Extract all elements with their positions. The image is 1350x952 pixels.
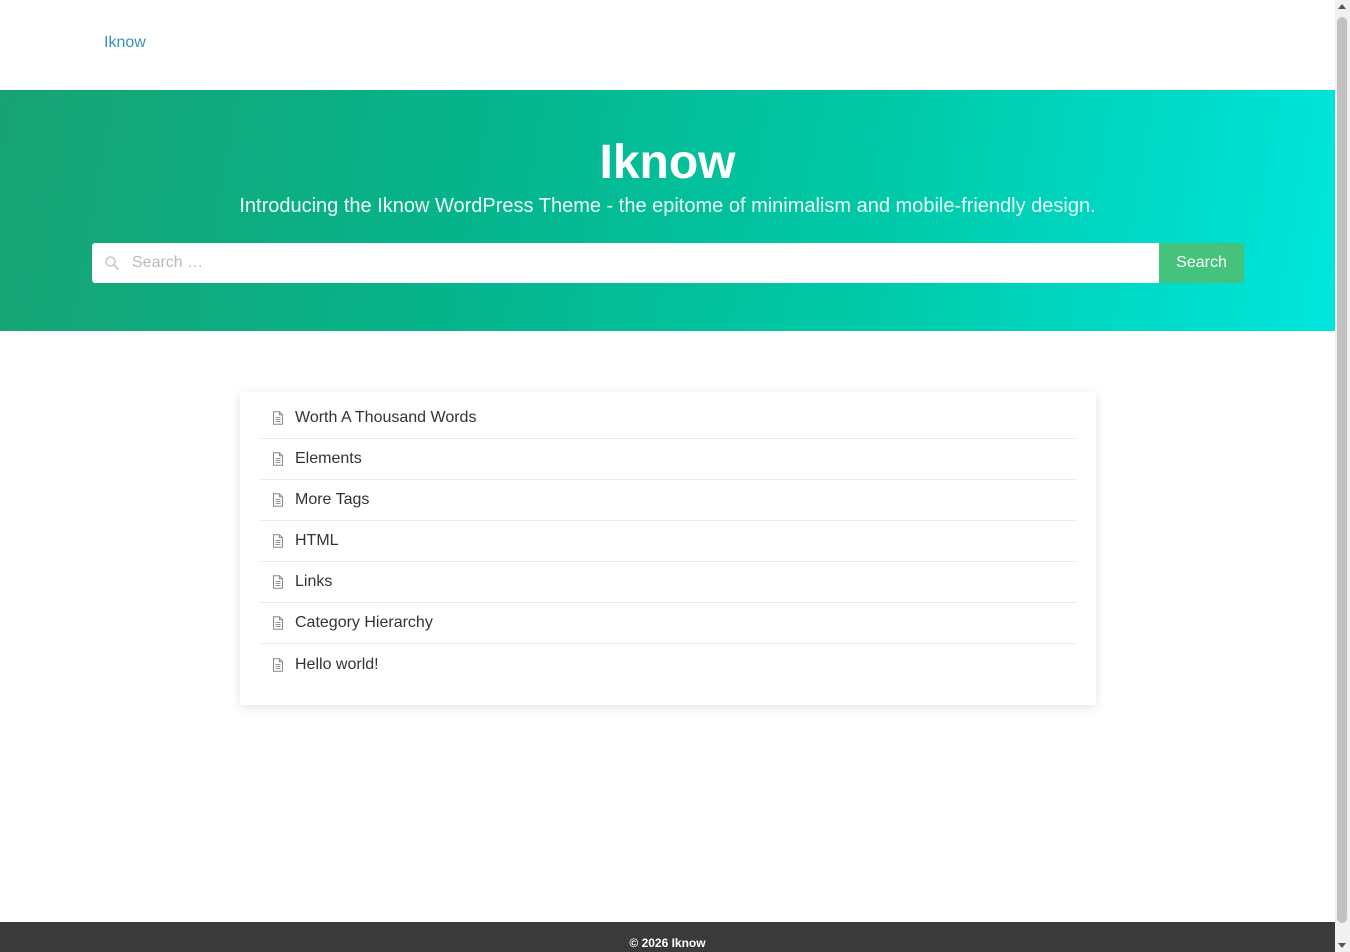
vertical-scrollbar[interactable] xyxy=(1335,0,1350,952)
site-brand-link[interactable]: Iknow xyxy=(104,34,146,52)
post-link[interactable]: Links xyxy=(295,573,332,591)
hero-subtitle: Introducing the Iknow WordPress Theme - … xyxy=(239,195,1096,217)
post-link[interactable]: HTML xyxy=(295,532,339,550)
scrollbar-thumb[interactable] xyxy=(1337,17,1347,923)
document-icon xyxy=(273,616,283,630)
document-icon xyxy=(273,575,283,589)
post-link[interactable]: Elements xyxy=(295,450,362,468)
list-item: Category Hierarchy xyxy=(260,603,1076,644)
post-list: Worth A Thousand Words Elements More Tag… xyxy=(260,398,1076,685)
list-item: Elements xyxy=(260,439,1076,480)
list-item: Hello world! xyxy=(260,644,1076,685)
search-icon xyxy=(105,256,119,270)
search-input[interactable] xyxy=(132,243,1152,283)
document-icon xyxy=(273,534,283,548)
post-link[interactable]: Category Hierarchy xyxy=(295,614,433,632)
post-link[interactable]: Worth A Thousand Words xyxy=(295,409,476,427)
scroll-down-arrow-icon[interactable] xyxy=(1338,943,1346,948)
list-item: More Tags xyxy=(260,480,1076,521)
hero-banner: Iknow Introducing the Iknow WordPress Th… xyxy=(0,90,1335,331)
footer-copyright: © 2026 Iknow xyxy=(629,936,706,950)
site-footer: © 2026 Iknow xyxy=(0,922,1335,952)
hero-title: Iknow xyxy=(599,136,736,189)
document-icon xyxy=(273,493,283,507)
list-item: Links xyxy=(260,562,1076,603)
scroll-up-arrow-icon[interactable] xyxy=(1338,4,1346,9)
document-icon xyxy=(273,411,283,425)
post-list-card: Worth A Thousand Words Elements More Tag… xyxy=(240,392,1096,705)
list-item: Worth A Thousand Words xyxy=(260,398,1076,439)
document-icon xyxy=(273,452,283,466)
page: Iknow Iknow Introducing the Iknow WordPr… xyxy=(0,0,1335,952)
post-link[interactable]: More Tags xyxy=(295,491,369,509)
document-icon xyxy=(273,657,283,672)
search-box xyxy=(92,243,1159,283)
top-bar: Iknow xyxy=(0,0,1335,90)
search-button[interactable]: Search xyxy=(1159,243,1244,283)
post-link[interactable]: Hello world! xyxy=(295,656,379,674)
list-item: HTML xyxy=(260,521,1076,562)
